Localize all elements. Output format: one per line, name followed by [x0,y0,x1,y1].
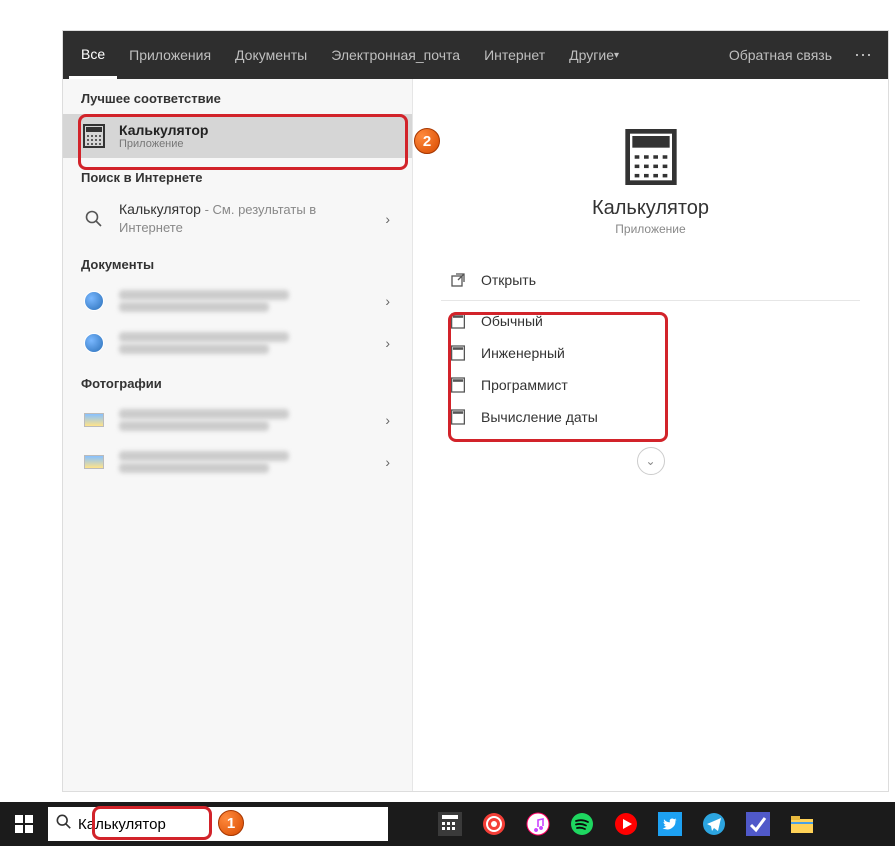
web-search-header: Поиск в Интернете [63,158,412,193]
best-match-subtitle: Приложение [119,138,394,150]
tab-apps[interactable]: Приложения [117,31,223,79]
open-label: Открыть [481,272,536,288]
windows-icon [15,815,33,833]
app-preview-panel: Калькулятор Приложение Открыть Обычный И… [413,79,888,791]
taskbar-app-spotify[interactable] [560,802,604,846]
mode-label: Обычный [481,313,543,329]
chevron-down-icon: ⌄ [645,454,655,468]
app-type: Приложение [441,222,860,236]
search-results-panel: Лучшее соответствие Калькулятор Приложен… [63,79,413,791]
chevron-right-icon[interactable]: › [381,335,394,351]
chevron-down-icon: ▾ [614,50,619,61]
tab-email[interactable]: Электронная_почта [319,31,472,79]
app-name: Калькулятор [441,197,860,220]
calculator-icon [81,123,107,149]
taskbar [0,802,895,846]
photos-header: Фотографии [63,364,412,399]
best-match-header: Лучшее соответствие [63,79,412,114]
calculator-mode-icon [449,376,467,394]
taskbar-app-itunes[interactable] [516,802,560,846]
chevron-right-icon[interactable]: › [381,293,394,309]
feedback-link[interactable]: Обратная связь [717,31,844,79]
mode-label: Инженерный [481,345,565,361]
photo-item[interactable]: › [63,399,412,441]
taskbar-search-box[interactable] [48,807,388,841]
mode-scientific[interactable]: Инженерный [441,337,860,369]
search-icon [56,814,72,835]
best-match-title: Калькулятор [119,122,394,138]
best-match-item[interactable]: Калькулятор Приложение [63,114,412,158]
calculator-app-icon [623,129,679,185]
taskbar-app-calculator[interactable] [428,802,472,846]
photo-item[interactable]: › [63,441,412,483]
calculator-mode-icon [449,408,467,426]
document-item[interactable]: › [63,280,412,322]
taskbar-app-explorer[interactable] [780,802,824,846]
open-icon [449,271,467,289]
web-result-title: Калькулятор [119,201,201,217]
search-filter-bar: Все Приложения Документы Электронная_поч… [63,31,888,79]
taskbar-app-youtube[interactable] [604,802,648,846]
taskbar-app-telegram[interactable] [692,802,736,846]
taskbar-app-todo[interactable] [736,802,780,846]
taskbar-app-pocketcasts[interactable] [472,802,516,846]
taskbar-app-twitter[interactable] [648,802,692,846]
document-icon [81,330,107,356]
mode-label: Программист [481,377,568,393]
chevron-right-icon[interactable]: › [381,211,394,227]
document-item[interactable]: › [63,322,412,364]
search-input[interactable] [78,816,380,833]
tab-all[interactable]: Все [69,31,117,79]
search-icon [81,206,107,232]
start-button[interactable] [0,802,48,846]
document-icon [81,288,107,314]
more-menu-icon[interactable]: ⋯ [844,45,882,66]
documents-header: Документы [63,245,412,280]
photo-icon [81,449,107,475]
chevron-right-icon[interactable]: › [381,412,394,428]
chevron-right-icon[interactable]: › [381,454,394,470]
expand-more-button[interactable]: ⌄ [637,447,665,475]
web-search-item[interactable]: Калькулятор - См. результаты в Интернете… [63,193,412,245]
photo-icon [81,407,107,433]
tab-internet[interactable]: Интернет [472,31,557,79]
tab-documents[interactable]: Документы [223,31,319,79]
mode-standard[interactable]: Обычный [441,305,860,337]
mode-date[interactable]: Вычисление даты [441,401,860,433]
calculator-mode-icon [449,344,467,362]
mode-programmer[interactable]: Программист [441,369,860,401]
tab-other[interactable]: Другие ▾ [557,31,631,79]
calculator-mode-icon [449,312,467,330]
open-action[interactable]: Открыть [441,264,860,296]
mode-label: Вычисление даты [481,409,598,425]
